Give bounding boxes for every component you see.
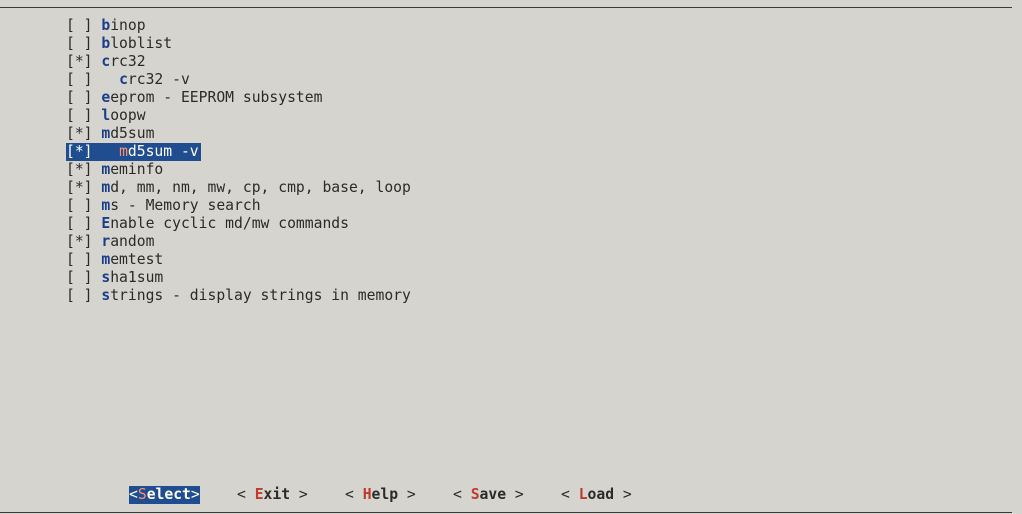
hotkey-letter: m (119, 143, 128, 160)
menu-item-label: s - Memory search (110, 197, 261, 214)
menu-item-label: d5sum (110, 125, 155, 142)
checkbox[interactable]: [*] (66, 53, 93, 70)
menu-item-label: loblist (110, 35, 173, 52)
checkbox[interactable]: [ ] (66, 89, 93, 106)
menu-item-label: inop (110, 17, 146, 34)
menu-list: [ ] binop [ ] bloblist [*] crc32 [ ] crc… (66, 17, 411, 305)
help-button[interactable]: < Help > (345, 486, 416, 504)
bottom-border (0, 512, 1012, 513)
hotkey-letter: r (101, 233, 111, 250)
hotkey-letter: s (101, 269, 111, 286)
menu-item-cyclic[interactable]: [ ] Enable cyclic md/mw commands (66, 215, 411, 233)
menu-item-md5sum-v[interactable]: [*] md5sum -v (66, 143, 411, 161)
hotkey-letter: m (101, 125, 111, 142)
exit-button[interactable]: < Exit > (237, 486, 308, 504)
menu-item-loopw[interactable]: [ ] loopw (66, 107, 411, 125)
hotkey-letter: s (101, 287, 111, 304)
checkbox[interactable]: [ ] (66, 197, 93, 214)
hotkey-letter: c (101, 53, 111, 70)
menu-item-label: d, mm, nm, mw, cp, cmp, base, loop (110, 179, 411, 196)
hotkey-letter: b (101, 35, 111, 52)
checkbox[interactable]: [*] (66, 143, 93, 160)
menu-item-label: oopw (110, 107, 146, 124)
menu-item-label: eprom - EEPROM subsystem (110, 89, 323, 106)
checkbox[interactable]: [*] (66, 125, 93, 142)
menu-item-label: andom (110, 233, 155, 250)
hotkey-letter: m (101, 251, 111, 268)
menu-item-label: rc32 -v (127, 71, 190, 88)
menu-item-memory-commands[interactable]: [*] md, mm, nm, mw, cp, cmp, base, loop (66, 179, 411, 197)
hotkey-letter: L (578, 486, 588, 503)
menu-item-label: rc32 (110, 53, 146, 70)
load-button[interactable]: < Load > (561, 486, 632, 504)
hotkey-letter: S (137, 486, 147, 503)
checkbox[interactable]: [ ] (66, 269, 93, 286)
button-bar: <Select> < Exit > < Help > < Save > < Lo… (0, 486, 1022, 504)
save-button[interactable]: < Save > (453, 486, 524, 504)
menu-item-strings[interactable]: [ ] strings - display strings in memory (66, 287, 411, 305)
hotkey-letter: E (254, 486, 264, 503)
checkbox[interactable]: [*] (66, 161, 93, 178)
menu-item-crc32-v[interactable]: [ ] crc32 -v (66, 71, 411, 89)
checkbox[interactable]: [ ] (66, 17, 93, 34)
checkbox[interactable]: [ ] (66, 251, 93, 268)
menu-item-memtest[interactable]: [ ] memtest (66, 251, 411, 269)
hotkey-letter: H (362, 486, 372, 503)
menu-item-crc32[interactable]: [*] crc32 (66, 53, 411, 71)
menu-item-label: emtest (110, 251, 164, 268)
checkbox[interactable]: [ ] (66, 107, 93, 124)
hotkey-letter: e (101, 89, 111, 106)
hotkey-letter: b (101, 17, 111, 34)
hotkey-letter: S (470, 486, 480, 503)
menu-item-sha1sum[interactable]: [ ] sha1sum (66, 269, 411, 287)
hotkey-letter: m (101, 161, 111, 178)
hotkey-letter: m (101, 197, 111, 214)
menu-item-label: d5sum -v (127, 143, 199, 160)
menu-item-random[interactable]: [*] random (66, 233, 411, 251)
hotkey-letter: E (101, 215, 111, 232)
checkbox[interactable]: [ ] (66, 287, 93, 304)
menu-item-ms[interactable]: [ ] ms - Memory search (66, 197, 411, 215)
menu-item-label: trings - display strings in memory (110, 287, 411, 304)
menu-item-eeprom[interactable]: [ ] eeprom - EEPROM subsystem (66, 89, 411, 107)
menu-item-label: nable cyclic md/mw commands (110, 215, 349, 232)
menu-item-meminfo[interactable]: [*] meminfo (66, 161, 411, 179)
hotkey-letter: l (101, 107, 111, 124)
top-border (0, 7, 1012, 8)
checkbox[interactable]: [ ] (66, 71, 93, 88)
menu-item-binop[interactable]: [ ] binop (66, 17, 411, 35)
menu-item-md5sum[interactable]: [*] md5sum (66, 125, 411, 143)
menu-item-label: ha1sum (110, 269, 164, 286)
hotkey-letter: m (101, 179, 111, 196)
checkbox[interactable]: [*] (66, 233, 93, 250)
menu-item-label: eminfo (110, 161, 164, 178)
select-button[interactable]: <Select> (129, 486, 200, 504)
checkbox[interactable]: [*] (66, 179, 93, 196)
menu-item-bloblist[interactable]: [ ] bloblist (66, 35, 411, 53)
checkbox[interactable]: [ ] (66, 35, 93, 52)
hotkey-letter: c (119, 71, 128, 88)
checkbox[interactable]: [ ] (66, 215, 93, 232)
